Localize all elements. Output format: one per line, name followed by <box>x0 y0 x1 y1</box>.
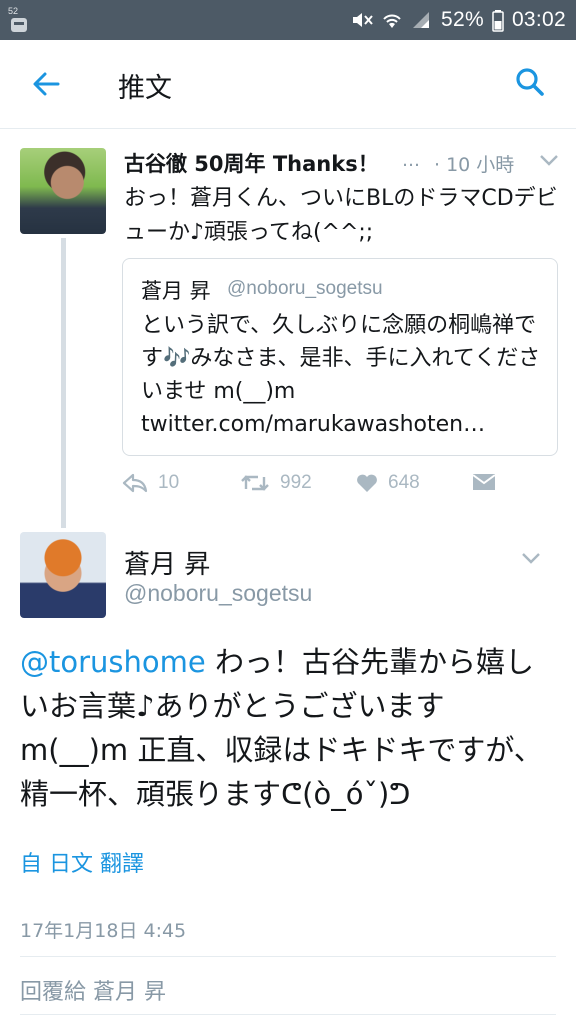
divider <box>20 956 556 957</box>
retweet-count: 992 <box>280 472 312 493</box>
mute-icon <box>351 10 373 30</box>
quoted-tweet[interactable]: 蒼月 昇 @noboru_sogetsu という訳で、久しぶりに念願の桐嶋禅です… <box>122 258 558 456</box>
app-bar: 推文 <box>0 40 576 129</box>
arrow-left-icon <box>33 72 60 96</box>
name-truncation: … <box>402 150 420 171</box>
battery-percentage: 52% <box>441 8 484 31</box>
notification-badge: 52 <box>8 6 19 16</box>
quoted-author-handle: @noboru_sogetsu <box>227 278 383 299</box>
envelope-icon <box>472 474 496 490</box>
tweet-author-handle[interactable]: @noboru_sogetsu <box>124 580 312 607</box>
clock: 03:02 <box>511 8 566 31</box>
avatar[interactable] <box>20 148 106 234</box>
music-note-emoji: 🎶 <box>163 346 191 371</box>
quoted-tweet-text: という訳で、久しぶりに念願の桐嶋禅です🎶みなさま、是非、手に入れてくださいませ … <box>141 309 551 441</box>
tweet-timestamp: 17年1月18日 4:45 <box>20 920 187 942</box>
reply-count: 10 <box>158 472 180 493</box>
tweet-actions: 10 992 648 <box>122 472 502 498</box>
reply-icon <box>122 473 148 493</box>
search-icon <box>516 68 544 96</box>
tweet-text: おっ！蒼月くん、ついにBLのドラマCDデビューか♪頑張ってね(^^;; <box>124 186 558 245</box>
quoted-link[interactable]: twitter.com/marukawashoten… <box>141 412 485 437</box>
tweet-author-name[interactable]: 古谷徹 50周年 Thanks！ <box>124 148 379 178</box>
heart-icon <box>357 474 377 492</box>
tweet-menu-button[interactable] <box>520 550 542 566</box>
translate-link[interactable]: 自 日文 翻譯 <box>20 846 144 878</box>
retweet-icon <box>241 475 269 491</box>
tweet-time: · 10 小時 <box>434 154 515 176</box>
signal-icon <box>411 10 433 30</box>
tweet-menu-button[interactable] <box>538 152 560 168</box>
notification-area: 52 <box>8 6 32 34</box>
status-bar: 52 52% 03:02 <box>0 0 576 40</box>
quoted-author-name: 蒼月 昇 <box>141 279 211 303</box>
mention-link[interactable]: @torushome <box>20 645 206 679</box>
chevron-down-icon <box>522 553 540 564</box>
status-icons: 52% 03:02 <box>351 0 566 40</box>
wifi-icon <box>381 10 403 30</box>
quoted-text-part: みなさま、是非、手に入れてくださいませ m(__)m <box>141 346 541 404</box>
thread-line <box>61 238 66 528</box>
retweet-button[interactable]: 992 <box>240 472 312 494</box>
battery-icon <box>492 10 504 32</box>
page-title: 推文 <box>118 73 172 104</box>
reply-button[interactable]: 10 <box>122 472 179 494</box>
tweet-author-name[interactable]: 蒼月 昇 <box>124 544 210 581</box>
tweet-text: @torushome わっ！古谷先輩から嬉しいお言葉♪ありがとうございます m(… <box>20 640 560 816</box>
like-button[interactable]: 648 <box>356 472 420 494</box>
divider <box>20 1014 556 1015</box>
app-notification-icon <box>11 18 27 32</box>
back-button[interactable] <box>28 66 64 102</box>
avatar[interactable] <box>20 532 106 618</box>
search-button[interactable] <box>512 64 548 100</box>
reply-input[interactable]: 回覆給 蒼月 昇 <box>20 974 166 1006</box>
chevron-down-icon <box>540 155 558 166</box>
like-count: 648 <box>388 472 420 493</box>
direct-message-button[interactable] <box>472 472 496 492</box>
